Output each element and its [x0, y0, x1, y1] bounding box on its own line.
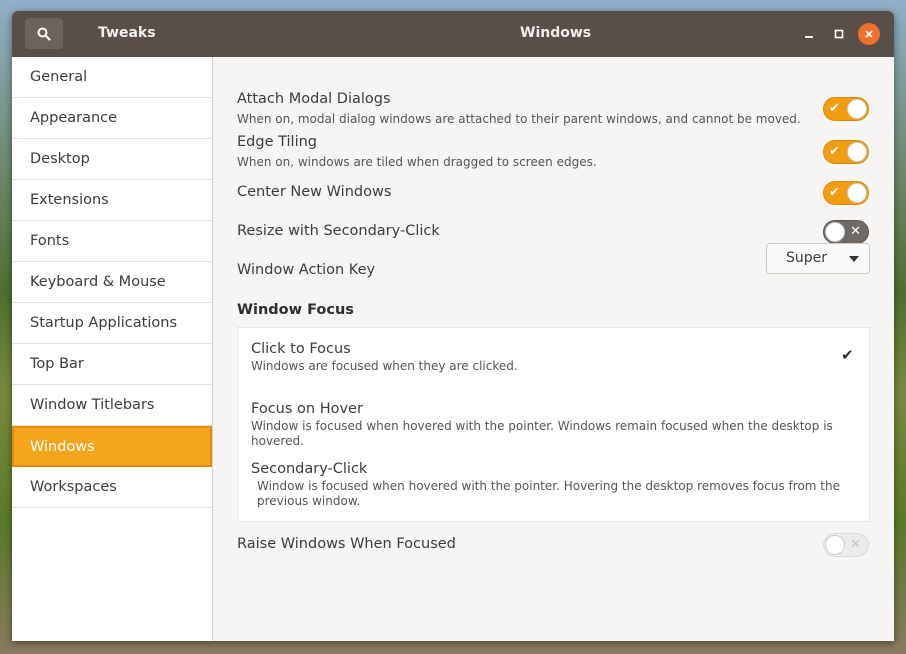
raise-windows-when-focused-switch[interactable]: ✕	[823, 533, 869, 557]
maximize-button[interactable]	[828, 23, 850, 45]
edge-tiling-label: Edge Tiling	[237, 134, 317, 150]
maximize-icon	[834, 29, 844, 39]
attach-modal-dialogs-switch[interactable]: ✔	[823, 97, 869, 121]
focus-option-description: Window is focused when hovered with the …	[251, 419, 833, 448]
window-action-key-dropdown[interactable]: Super	[766, 243, 870, 274]
attach-modal-dialogs-label: Attach Modal Dialogs	[237, 91, 391, 107]
focus-option-title: Click to Focus	[251, 341, 351, 357]
close-button[interactable]	[858, 23, 880, 45]
sidebar: General Appearance Desktop Extensions Fo…	[12, 57, 213, 641]
chevron-down-icon	[849, 256, 859, 262]
sidebar-item-keyboard-mouse[interactable]: Keyboard & Mouse	[12, 262, 212, 303]
close-icon	[865, 30, 873, 38]
focus-option-description: Window is focused when hovered with the …	[257, 479, 840, 508]
center-new-windows-switch[interactable]: ✔	[823, 181, 869, 205]
attach-modal-dialogs-description: When on, modal dialog windows are attach…	[237, 112, 801, 126]
edge-tiling-description: When on, windows are tiled when dragged …	[237, 155, 597, 169]
focus-option-secondary-click[interactable]: Secondary-Click Window is focused when h…	[238, 448, 869, 522]
focus-option-description: Windows are focused when they are clicke…	[251, 359, 518, 373]
resize-secondary-click-label: Resize with Secondary-Click	[237, 223, 440, 239]
sidebar-item-general[interactable]: General	[12, 57, 212, 98]
tweaks-window: Tweaks Windows General Appearance Deskto…	[12, 11, 894, 641]
window-focus-list: Click to Focus Windows are focused when …	[237, 327, 870, 522]
focus-option-click-to-focus[interactable]: Click to Focus Windows are focused when …	[238, 328, 869, 388]
sidebar-item-window-titlebars[interactable]: Window Titlebars	[12, 385, 212, 426]
search-button[interactable]	[25, 18, 63, 49]
titlebar: Tweaks Windows	[12, 11, 894, 57]
check-icon: ✔	[829, 101, 840, 116]
cross-icon: ✕	[850, 224, 861, 239]
settings-panel: Attach Modal Dialogs When on, modal dial…	[213, 57, 894, 641]
app-title: Tweaks	[98, 25, 156, 41]
switch-knob	[847, 142, 867, 162]
focus-option-focus-on-hover[interactable]: Focus on Hover Window is focused when ho…	[238, 388, 869, 448]
sidebar-item-startup-applications[interactable]: Startup Applications	[12, 303, 212, 344]
raise-windows-when-focused-label: Raise Windows When Focused	[237, 536, 456, 552]
check-icon: ✔	[829, 185, 840, 200]
window-focus-heading: Window Focus	[237, 302, 354, 318]
window-action-key-label: Window Action Key	[237, 262, 376, 278]
search-icon	[37, 27, 51, 41]
focus-option-title: Secondary-Click	[251, 461, 368, 477]
dropdown-value: Super	[786, 250, 828, 266]
minimize-icon	[805, 36, 813, 38]
switch-knob	[847, 183, 867, 203]
page-title: Windows	[520, 25, 592, 41]
sidebar-item-top-bar[interactable]: Top Bar	[12, 344, 212, 385]
check-icon: ✔	[829, 144, 840, 159]
edge-tiling-switch[interactable]: ✔	[823, 140, 869, 164]
minimize-button[interactable]	[798, 23, 820, 45]
sidebar-item-extensions[interactable]: Extensions	[12, 180, 212, 221]
switch-knob	[825, 535, 845, 555]
checkmark-icon: ✔	[841, 346, 854, 364]
center-new-windows-label: Center New Windows	[237, 184, 392, 200]
focus-option-title: Focus on Hover	[251, 401, 363, 417]
switch-knob	[847, 99, 867, 119]
sidebar-item-windows[interactable]: Windows	[12, 426, 212, 467]
switch-knob	[825, 222, 845, 242]
sidebar-item-fonts[interactable]: Fonts	[12, 221, 212, 262]
cross-icon: ✕	[850, 537, 861, 552]
resize-secondary-click-switch[interactable]: ✕	[823, 220, 869, 244]
sidebar-item-desktop[interactable]: Desktop	[12, 139, 212, 180]
sidebar-item-workspaces[interactable]: Workspaces	[12, 467, 212, 508]
sidebar-item-appearance[interactable]: Appearance	[12, 98, 212, 139]
